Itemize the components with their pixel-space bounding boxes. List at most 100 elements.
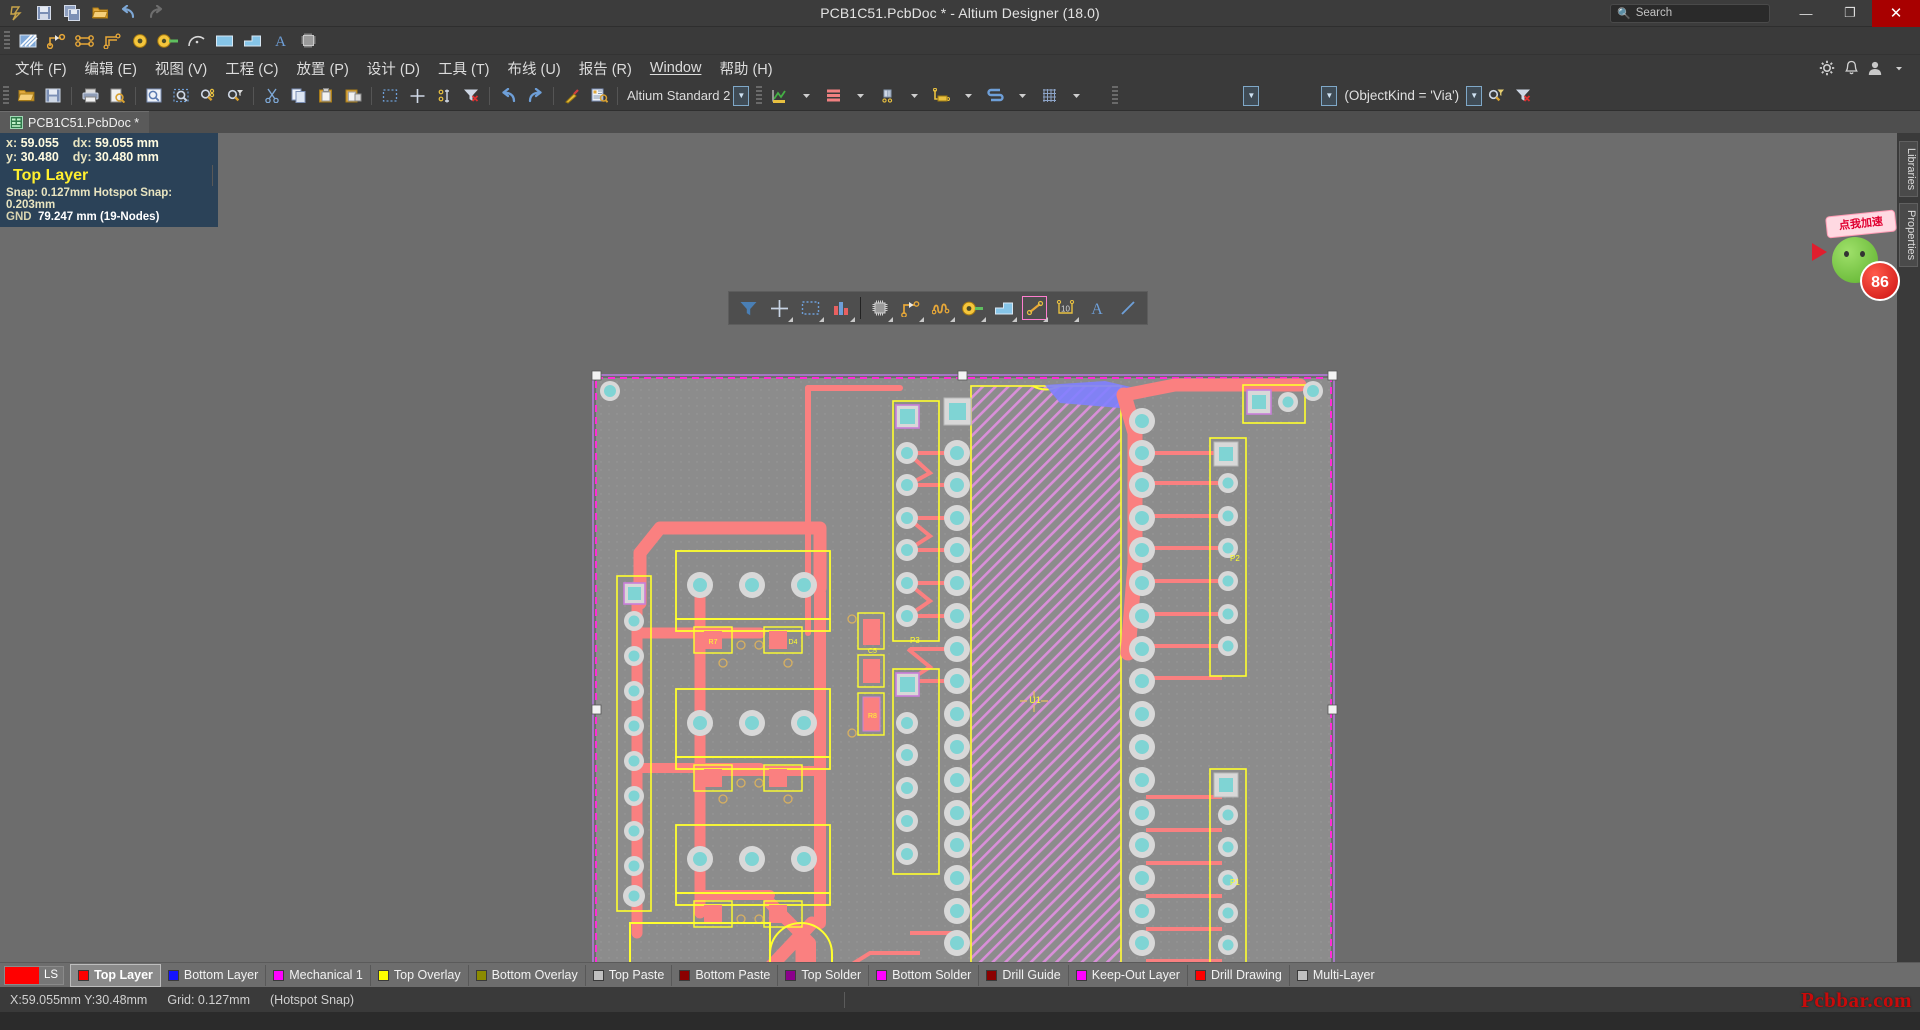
place-component-icon[interactable] <box>295 29 321 53</box>
filter-history-dropdown[interactable]: ▼ <box>1243 85 1260 106</box>
layer-tab-bottom-paste[interactable]: Bottom Paste <box>672 964 779 986</box>
zoom-document-icon[interactable] <box>141 84 167 108</box>
filter-icon[interactable] <box>733 293 764 323</box>
chevron-down-icon[interactable] <box>847 84 873 108</box>
place-via-icon[interactable] <box>957 293 988 323</box>
chevron-down-icon[interactable] <box>793 84 819 108</box>
menu-edit[interactable]: 编辑 (E) <box>76 56 146 81</box>
panel-tab-libraries[interactable]: Libraries <box>1899 141 1918 198</box>
dropdown-corner-icon[interactable] <box>788 317 793 322</box>
menu-project[interactable]: 工程 (C) <box>216 56 287 81</box>
place-coordinate-icon[interactable]: 10 <box>1050 293 1081 323</box>
zoom-area-icon[interactable] <box>168 84 194 108</box>
grid-settings-icon[interactable] <box>1036 84 1062 108</box>
place-string-icon[interactable]: A <box>1081 293 1112 323</box>
layer-stack-manager-icon[interactable] <box>820 84 846 108</box>
main-toolbar-grip[interactable] <box>3 85 9 106</box>
dropdown-corner-icon[interactable] <box>919 317 924 322</box>
layer-tab-top-overlay[interactable]: Top Overlay <box>371 964 469 986</box>
dropdown-corner-icon[interactable] <box>1012 317 1017 322</box>
pcb-canvas[interactable]: Y1 <box>0 133 1920 962</box>
place-fill-icon[interactable] <box>988 293 1019 323</box>
dropdown-corner-icon[interactable] <box>1043 317 1048 322</box>
filter-toolbar-grip[interactable] <box>1112 85 1119 106</box>
interactive-routing-icon[interactable] <box>895 293 926 323</box>
place-dimension-icon[interactable] <box>1019 293 1050 323</box>
place-pad-icon[interactable] <box>127 29 153 53</box>
layer-tab-top-layer[interactable]: Top Layer <box>70 963 161 987</box>
save-document-icon[interactable] <box>40 84 66 108</box>
menu-help[interactable]: 帮助 (H) <box>710 56 781 81</box>
measure-distance-icon[interactable] <box>928 84 954 108</box>
minimize-button[interactable]: — <box>1784 0 1828 27</box>
board-options-icon[interactable] <box>874 84 900 108</box>
multiple-traces-routing-icon[interactable] <box>99 29 125 53</box>
chevron-down-icon[interactable] <box>955 84 981 108</box>
altium-logo-icon[interactable] <box>4 2 28 24</box>
select-objects-icon[interactable] <box>431 84 457 108</box>
view-toolbar-grip[interactable] <box>756 85 763 106</box>
undo-icon[interactable] <box>495 84 521 108</box>
layer-tab-bottom-overlay[interactable]: Bottom Overlay <box>469 964 586 986</box>
chevron-down-icon[interactable] <box>1063 84 1089 108</box>
copy-icon[interactable] <box>286 84 312 108</box>
document-tab-pcb[interactable]: PCB1C51.PcbDoc * <box>0 111 150 133</box>
interactive-routing-icon[interactable] <box>43 29 69 53</box>
design-rule-check-icon[interactable] <box>766 84 792 108</box>
ad-score-badge[interactable]: 86 <box>1860 261 1900 301</box>
filter-scope-dropdown[interactable]: ▼ <box>1321 85 1338 106</box>
flip-board-icon[interactable] <box>982 84 1008 108</box>
differential-pair-routing-icon[interactable] <box>71 29 97 53</box>
select-area-icon[interactable] <box>377 84 403 108</box>
browse-components-icon[interactable] <box>586 84 612 108</box>
layer-tab-top-paste[interactable]: Top Paste <box>586 964 673 986</box>
dropdown-corner-icon[interactable] <box>950 317 955 322</box>
filter-expression-dropdown[interactable]: ▼ <box>1466 85 1483 106</box>
close-button[interactable]: ✕ <box>1872 0 1920 27</box>
layer-set-combo[interactable]: Altium Standard 2 ▼ <box>623 85 750 106</box>
search-input[interactable] <box>1635 7 1763 19</box>
crosshair-place-icon[interactable] <box>764 293 795 323</box>
place-string-icon[interactable]: A <box>267 29 293 53</box>
menu-tools[interactable]: 工具 (T) <box>429 56 499 81</box>
polygon-pour-icon[interactable] <box>15 29 41 53</box>
place-line-icon[interactable] <box>1112 293 1143 323</box>
clear-filter-icon[interactable] <box>1510 84 1536 108</box>
layer-tab-drill-guide[interactable]: Drill Guide <box>979 964 1069 986</box>
layer-tab-mechanical-1[interactable]: Mechanical 1 <box>266 964 371 986</box>
redo-icon[interactable] <box>144 2 168 24</box>
save-icon[interactable] <box>32 2 56 24</box>
redo-icon[interactable] <box>522 84 548 108</box>
menu-window[interactable]: Window <box>641 58 711 78</box>
notifications-bell-icon[interactable] <box>1840 56 1862 80</box>
place-wave-track-icon[interactable] <box>926 293 957 323</box>
place-region-icon[interactable] <box>239 29 265 53</box>
menu-reports[interactable]: 报告 (R) <box>570 56 641 81</box>
ad-overlay-widget[interactable]: 点我加速 86 <box>1812 209 1918 343</box>
place-rectangle-icon[interactable] <box>795 293 826 323</box>
menu-design[interactable]: 设计 (D) <box>358 56 429 81</box>
place-arc-icon[interactable] <box>183 29 209 53</box>
print-icon[interactable] <box>77 84 103 108</box>
user-account-icon[interactable] <box>1864 56 1886 80</box>
layer-tab-keep-out-layer[interactable]: Keep-Out Layer <box>1069 964 1188 986</box>
open-document-icon[interactable] <box>13 84 39 108</box>
place-via-icon[interactable] <box>155 29 181 53</box>
menu-place[interactable]: 放置 (P) <box>287 56 357 81</box>
restore-button[interactable]: ❐ <box>1828 0 1872 27</box>
undo-icon[interactable] <box>116 2 140 24</box>
layer-tab-drill-drawing[interactable]: Drill Drawing <box>1188 964 1290 986</box>
search-box[interactable]: 🔍 <box>1610 3 1770 23</box>
menu-file[interactable]: 文件 (F) <box>6 56 76 81</box>
dropdown-corner-icon[interactable] <box>1074 317 1079 322</box>
chevron-down-icon[interactable]: ▼ <box>733 85 750 106</box>
open-folder-icon[interactable] <box>88 2 112 24</box>
print-preview-icon[interactable] <box>104 84 130 108</box>
save-all-icon[interactable] <box>60 2 84 24</box>
layer-sets-button[interactable]: LS <box>4 965 65 985</box>
zoom-selected-icon[interactable] <box>195 84 221 108</box>
dropdown-corner-icon[interactable] <box>888 317 893 322</box>
user-dropdown-icon[interactable] <box>1888 56 1910 80</box>
menu-view[interactable]: 视图 (V) <box>146 56 216 81</box>
apply-filter-icon[interactable] <box>1483 84 1509 108</box>
